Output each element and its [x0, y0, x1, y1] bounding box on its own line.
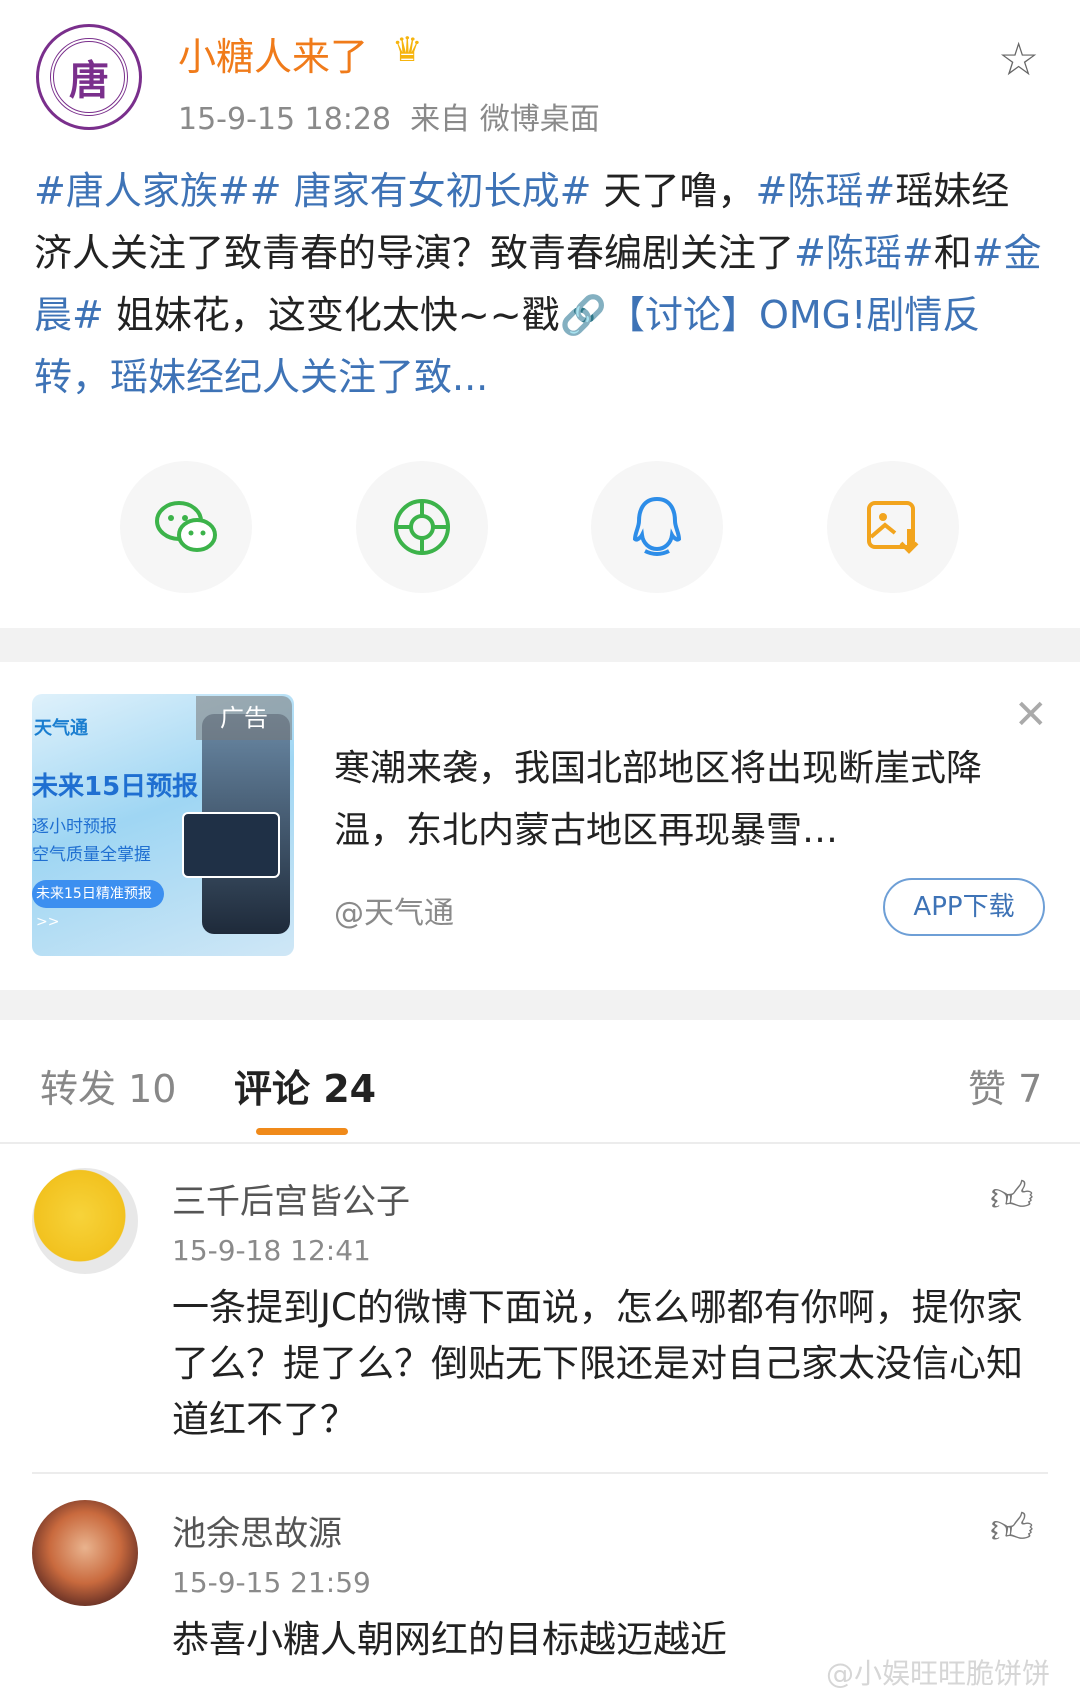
section-divider	[0, 990, 1080, 1020]
comment-time: 15-9-18 12:41	[172, 1234, 371, 1267]
wechat-icon	[155, 501, 217, 552]
close-icon[interactable]: ✕	[1014, 692, 1048, 738]
post-text: 和	[933, 231, 972, 275]
active-tab-indicator	[256, 1128, 348, 1135]
ad-image-headline: 未来15日预报	[32, 772, 199, 802]
watermark: @小娱旺旺脆饼饼	[826, 1657, 1051, 1690]
commenter-name[interactable]: 三千后宫皆公子	[172, 1174, 410, 1223]
post-time: 15-9-15 18:28	[178, 102, 392, 137]
thumbs-up-icon[interactable]: 👍︎	[990, 1504, 1034, 1555]
save-image-icon	[867, 501, 919, 554]
weather-panel-illustration	[182, 812, 280, 878]
save-image-button[interactable]	[827, 461, 959, 593]
post-text: 姐妹花，这变化太快~~戳	[103, 293, 560, 337]
post-source: 来自 微博桌面	[410, 102, 600, 137]
ad-label: 广告	[196, 696, 292, 740]
share-qq-button[interactable]	[591, 461, 723, 593]
hashtag[interactable]: # 唐家有女初长成#	[250, 169, 592, 213]
ad-image-line2: 空气质量全掌握	[32, 845, 151, 865]
commenter-avatar[interactable]	[32, 1168, 138, 1274]
share-moments-button[interactable]	[356, 461, 488, 593]
comment-divider	[32, 1472, 1048, 1474]
comment-time: 15-9-15 21:59	[172, 1566, 371, 1599]
post-text: 天了噜，	[591, 169, 756, 213]
ad-image-brand: 天气通	[34, 718, 88, 739]
tab-likes[interactable]: 赞 7	[968, 1058, 1042, 1113]
ad-image-line1: 逐小时预报	[32, 817, 117, 837]
post-body: #唐人家族## 唐家有女初长成# 天了噜，#陈瑶#瑶妹经济人关注了致青春的导演？…	[34, 160, 1044, 408]
app-download-button[interactable]: APP下载	[883, 878, 1045, 936]
post-meta: 15-9-15 18:28 来自 微博桌面	[178, 94, 600, 138]
commenter-avatar[interactable]	[32, 1500, 138, 1606]
crown-badge-icon: ♛	[392, 30, 423, 70]
hashtag[interactable]: #陈瑶#	[756, 169, 896, 213]
ad-title[interactable]: 寒潮来袭，我国北部地区将出现断崖式降温，东北内蒙古地区再现暴雪…	[334, 738, 1014, 862]
commenter-name[interactable]: 池余思故源	[172, 1506, 342, 1555]
qq-icon	[632, 496, 682, 556]
moments-icon	[394, 499, 450, 555]
author-avatar[interactable]: 唐	[36, 24, 142, 130]
section-divider	[0, 628, 1080, 662]
thumbs-up-icon[interactable]: 👍︎	[990, 1172, 1034, 1223]
ad-image-button: 未来15日精准预报 >>	[32, 880, 164, 930]
tab-repost[interactable]: 转发 10	[40, 1058, 176, 1113]
author-name[interactable]: 小糖人来了	[178, 26, 368, 81]
tab-comments[interactable]: 评论 24	[234, 1058, 376, 1113]
hashtag[interactable]: #陈瑶#	[794, 231, 934, 275]
hashtag[interactable]: #唐人家族#	[34, 169, 250, 213]
share-wechat-button[interactable]	[120, 461, 252, 593]
avatar-seal: 唐	[50, 38, 128, 116]
favorite-star-icon[interactable]: ☆	[998, 32, 1039, 86]
tabs-divider	[0, 1142, 1080, 1144]
ad-source[interactable]: @天气通	[334, 888, 454, 932]
comment-text: 一条提到JC的微博下面说，怎么哪都有你啊，提你家了么？提了么？倒贴无下限还是对自…	[172, 1286, 1023, 1441]
link-icon[interactable]: 🔗	[560, 293, 607, 337]
